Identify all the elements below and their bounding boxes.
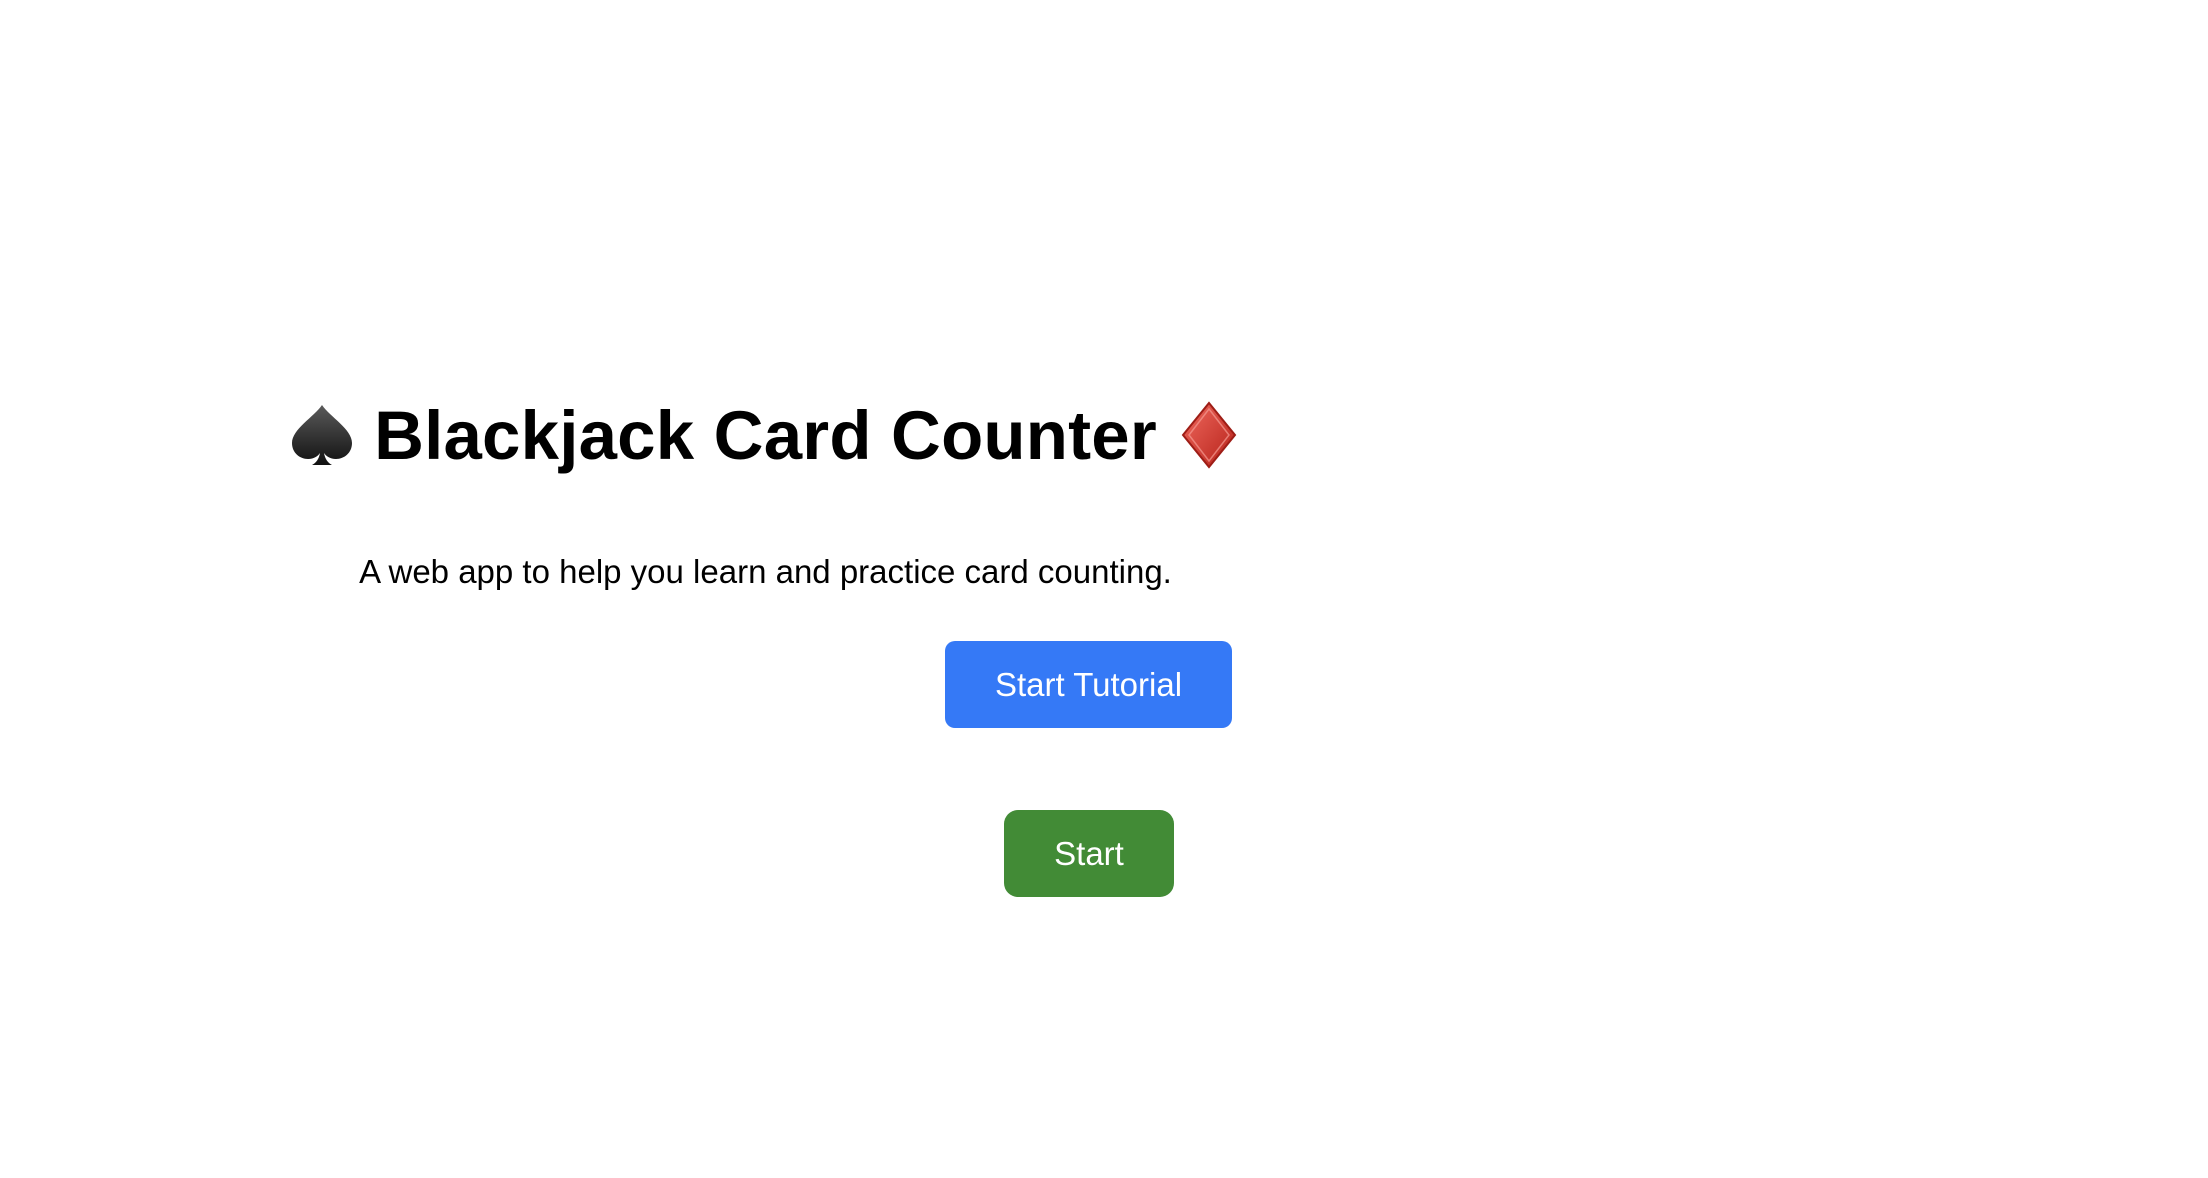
hero-section: Blackjack Card Counter A web app to help… [0, 0, 1531, 1178]
app-description: A web app to help you learn and practice… [359, 553, 1172, 590]
diamond-icon [1175, 401, 1243, 469]
page-title: Blackjack Card Counter [374, 396, 1157, 474]
start-button[interactable]: Start [1004, 810, 1174, 897]
start-tutorial-button[interactable]: Start Tutorial [945, 641, 1232, 728]
title-row: Blackjack Card Counter [0, 395, 1531, 475]
app-page: Blackjack Card Counter A web app to help… [0, 0, 2208, 1178]
spade-icon [288, 401, 356, 469]
